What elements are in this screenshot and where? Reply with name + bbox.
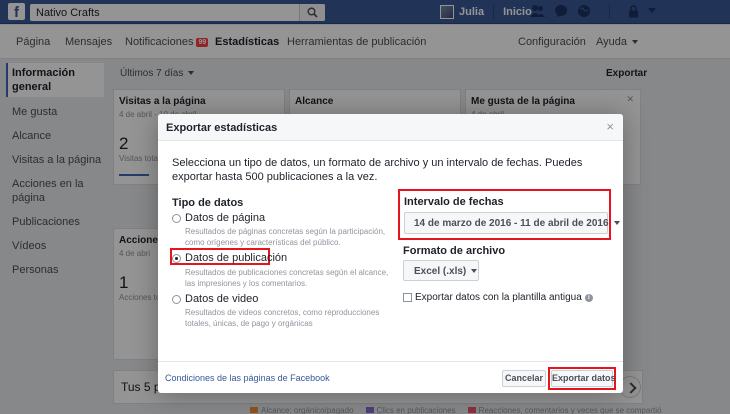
- export-data-button[interactable]: Exportar datos: [551, 370, 616, 387]
- data-type-title: Tipo de datos: [172, 197, 244, 209]
- checkbox-label: Exportar datos con la plantilla antigua: [415, 292, 582, 303]
- date-range-title: Intervalo de fechas: [404, 196, 504, 208]
- cancel-button[interactable]: Cancelar: [502, 370, 546, 387]
- radio-post-data[interactable]: Datos de publicación: [172, 252, 287, 264]
- chevron-down-icon: [471, 269, 478, 273]
- dialog-intro: Selecciona un tipo de datos, un formato …: [172, 157, 583, 183]
- date-range-value: 14 de marzo de 2016 - 11 de abril de 201…: [414, 218, 609, 229]
- radio-button[interactable]: [172, 213, 181, 223]
- radio-description: Resultados de videos concretos, como rep…: [185, 308, 380, 328]
- radio-description: Resultados de publicaciones concretas se…: [185, 268, 389, 288]
- dialog-header: Exportar estadísticas ×: [158, 114, 623, 141]
- radio-video-data[interactable]: Datos de video: [172, 293, 258, 305]
- radio-button[interactable]: [172, 253, 181, 263]
- legacy-template-checkbox[interactable]: [403, 293, 412, 302]
- info-icon[interactable]: i: [584, 293, 593, 302]
- file-format-dropdown[interactable]: Excel (.xls): [403, 260, 479, 281]
- file-format-title: Formato de archivo: [403, 245, 506, 257]
- dialog-footer: Condiciones de las páginas de Facebook C…: [158, 361, 623, 393]
- chevron-down-icon: [613, 221, 620, 225]
- dialog-title: Exportar estadísticas: [166, 122, 278, 134]
- export-insights-dialog: Exportar estadísticas × Selecciona un ti…: [158, 114, 623, 393]
- date-range-picker[interactable]: 14 de marzo de 2016 - 11 de abril de 201…: [404, 212, 620, 234]
- radio-page-data[interactable]: Datos de página: [172, 212, 265, 224]
- file-format-value: Excel (.xls): [414, 266, 467, 277]
- radio-label: Datos de video: [185, 293, 259, 305]
- page-terms-link[interactable]: Condiciones de las páginas de Facebook: [165, 373, 330, 383]
- radio-button[interactable]: [172, 294, 181, 304]
- legacy-template-option[interactable]: Exportar datos con la plantilla antigua …: [403, 292, 593, 303]
- radio-description: Resultados de páginas concretas según la…: [185, 227, 386, 247]
- radio-label: Datos de publicación: [185, 252, 288, 264]
- radio-label: Datos de página: [185, 212, 266, 224]
- close-icon[interactable]: ×: [606, 120, 614, 133]
